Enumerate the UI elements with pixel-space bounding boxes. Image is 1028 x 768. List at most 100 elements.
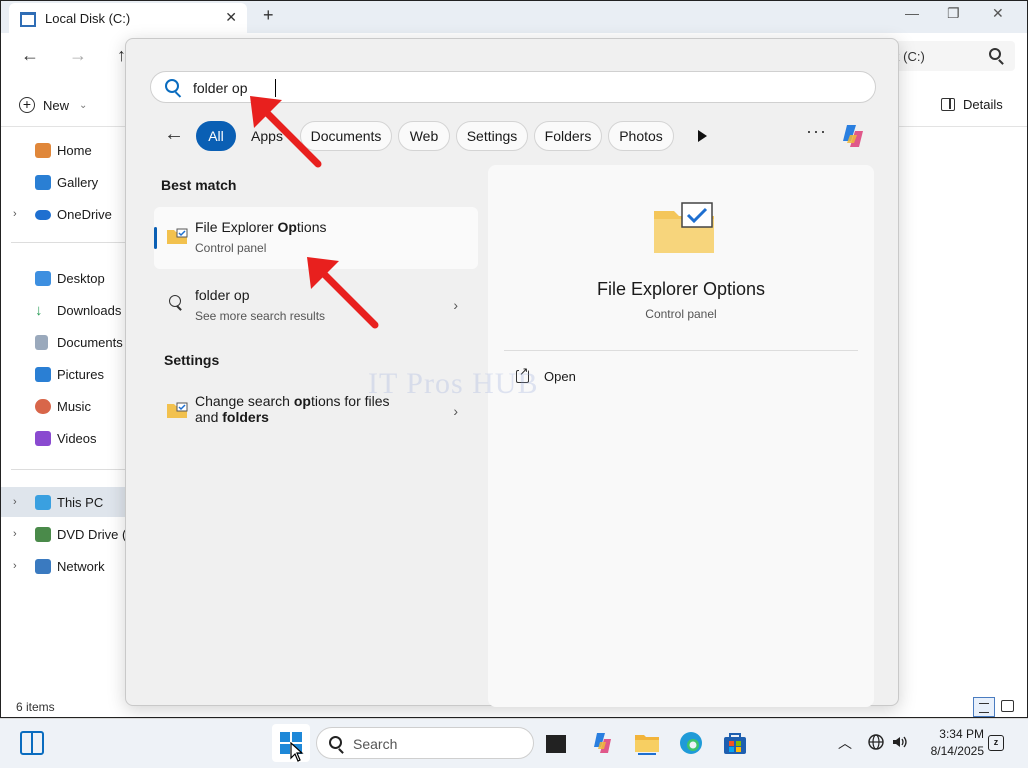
best-match-heading: Best match (161, 177, 237, 193)
mouse-cursor-icon (290, 742, 304, 762)
search-icon (169, 295, 181, 307)
chevron-down-icon: ⌄ (79, 99, 88, 111)
sidebar-item-network[interactable]: › Network (1, 552, 127, 580)
sidebar-item-label: DVD Drive (D: (57, 526, 127, 542)
sidebar-item-downloads[interactable]: ↓ Downloads (1, 296, 127, 324)
details-button[interactable]: Details (941, 97, 1003, 112)
filter-photos[interactable]: Photos (608, 121, 674, 151)
sidebar-item-music[interactable]: Music (1, 392, 127, 420)
new-tab-icon[interactable]: + (263, 5, 274, 26)
music-icon (35, 398, 51, 414)
taskbar: Search ︿ 3:34 PM 8/14/2025 z (0, 718, 1028, 768)
sidebar-item-label: Gallery (57, 174, 99, 190)
open-label: Open (544, 369, 576, 384)
network-icon (35, 558, 51, 574)
sidebar-item-label: OneDrive (57, 206, 112, 222)
search-icon (329, 736, 342, 749)
copilot-icon[interactable] (838, 121, 868, 151)
documents-icon (35, 334, 48, 350)
this-pc-icon (35, 494, 51, 510)
onedrive-icon (35, 210, 51, 220)
sidebar-item-label: Home (57, 142, 92, 158)
pictures-icon (35, 366, 51, 382)
show-hidden-icons-icon[interactable]: ︿ (838, 733, 852, 753)
chevron-right-icon[interactable]: › (13, 496, 17, 508)
sidebar-item-label: Desktop (57, 270, 105, 286)
settings-heading: Settings (164, 352, 220, 368)
details-view-icon[interactable] (973, 697, 995, 717)
task-view-icon[interactable] (546, 735, 566, 753)
explorer-tab[interactable]: Local Disk (C:) ✕ (9, 3, 247, 33)
windows-logo-icon (292, 732, 302, 742)
folder-options-icon (167, 402, 188, 418)
chevron-right-icon[interactable]: › (13, 560, 17, 572)
web-result-title: folder op (195, 287, 250, 303)
widgets-icon[interactable] (20, 731, 44, 755)
annotation-arrow-icon (250, 96, 322, 168)
clock-date[interactable]: 8/14/2025 (920, 744, 984, 758)
taskbar-search-box[interactable]: Search (316, 727, 534, 759)
windows-logo-icon (280, 732, 290, 742)
gallery-icon (35, 174, 51, 190)
sidebar-item-this-pc[interactable]: › This PC (1, 487, 127, 517)
clock-time[interactable]: 3:34 PM (920, 727, 984, 741)
back-arrow-icon[interactable]: ← (164, 123, 184, 146)
copilot-icon[interactable] (590, 730, 616, 756)
maximize-icon[interactable]: ❐ (947, 5, 960, 22)
drive-icon (19, 10, 36, 27)
sidebar-item-onedrive[interactable]: › OneDrive (1, 200, 127, 228)
best-match-subtitle: Control panel (195, 241, 267, 255)
close-icon[interactable]: ✕ (992, 5, 1004, 22)
network-globe-icon[interactable] (867, 733, 885, 751)
sidebar-item-pictures[interactable]: Pictures (1, 360, 127, 388)
explorer-tab-bar: Local Disk (C:) ✕ + — ❐ ✕ (1, 1, 1027, 33)
volume-icon[interactable] (891, 733, 909, 751)
sidebar-item-desktop[interactable]: Desktop (1, 264, 127, 292)
sidebar-item-home[interactable]: Home (1, 136, 127, 164)
tab-close-icon[interactable]: ✕ (225, 9, 237, 26)
downloads-icon: ↓ (35, 301, 43, 319)
sidebar-item-videos[interactable]: Videos (1, 424, 127, 452)
sidebar-item-label: Network (57, 558, 105, 574)
plus-icon: + (19, 97, 35, 113)
best-match-title: File Explorer Options (195, 219, 327, 235)
filter-all[interactable]: All (196, 121, 236, 151)
sidebar-divider (11, 469, 127, 470)
sidebar-item-dvd-drive[interactable]: › DVD Drive (D: (1, 520, 127, 548)
chevron-right-icon[interactable]: › (13, 528, 17, 540)
search-icon (165, 79, 179, 93)
filter-settings[interactable]: Settings (456, 121, 528, 151)
filter-folders[interactable]: Folders (534, 121, 602, 151)
microsoft-store-icon[interactable] (722, 730, 748, 756)
sidebar-item-label: Videos (57, 430, 97, 446)
chevron-right-icon[interactable]: › (13, 208, 17, 220)
sidebar-item-label: Downloads (57, 302, 122, 318)
back-arrow-icon[interactable]: ← (21, 45, 39, 66)
forward-arrow-icon[interactable]: → (69, 45, 87, 66)
more-options-icon[interactable]: ··· (806, 121, 827, 142)
address-search-field[interactable]: k (C:) (881, 41, 1015, 71)
watermark: IT Pros HUB (368, 367, 539, 400)
new-label: New (43, 97, 70, 113)
annotation-arrow-icon (307, 257, 379, 329)
sidebar-item-gallery[interactable]: Gallery (1, 168, 127, 196)
edge-icon[interactable] (678, 730, 704, 756)
sidebar-item-label: Documents (57, 334, 123, 350)
filter-web[interactable]: Web (398, 121, 450, 151)
sidebar-item-documents[interactable]: Documents (1, 328, 127, 356)
chevron-right-icon[interactable]: › (453, 403, 458, 419)
play-icon[interactable] (698, 130, 707, 142)
result-detail-pane: File Explorer Options Control panel Open (488, 165, 874, 707)
sidebar-item-label: This PC (57, 494, 104, 510)
chevron-right-icon[interactable]: › (453, 297, 458, 313)
details-label: Details (963, 97, 1003, 112)
search-filter-bar: ← All Apps Documents Web Settings Folder… (126, 119, 900, 153)
navigation-pane: Home Gallery › OneDrive Desktop ↓ Downlo… (1, 128, 127, 688)
tiles-view-icon[interactable] (1001, 700, 1014, 712)
folder-options-icon (167, 228, 188, 244)
new-button[interactable]: + New ⌄ (19, 97, 87, 113)
notification-icon[interactable]: z (988, 735, 1004, 751)
minimize-icon[interactable]: — (905, 5, 919, 21)
status-item-count: 6 items (16, 700, 55, 714)
file-explorer-icon[interactable] (634, 730, 660, 756)
